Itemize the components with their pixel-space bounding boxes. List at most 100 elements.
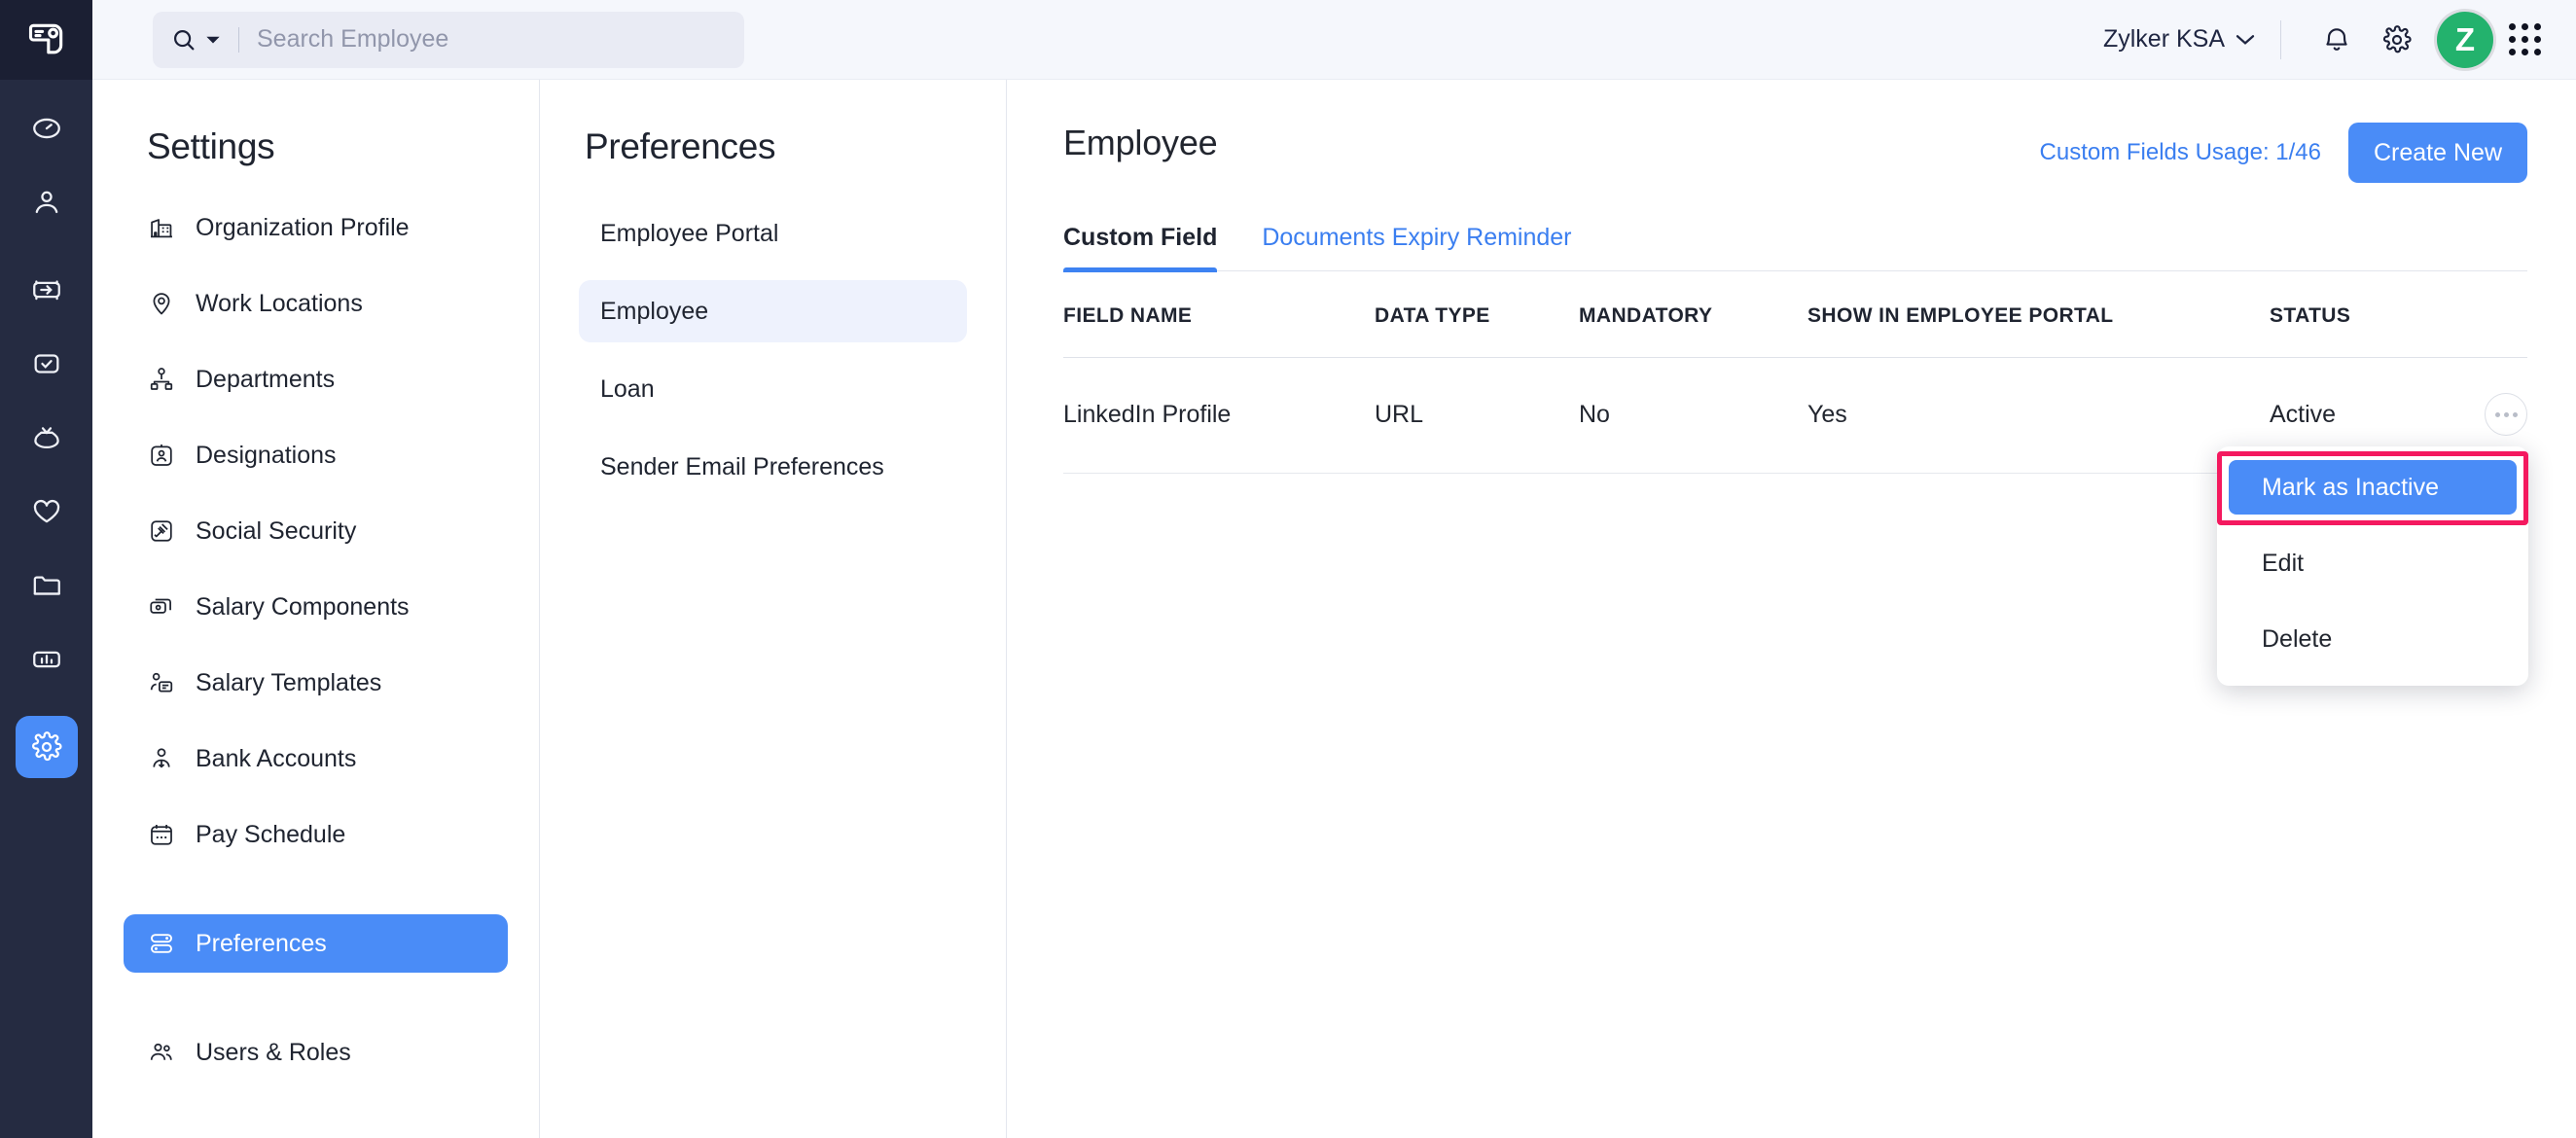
preferences-item-sender-email-preferences[interactable]: Sender Email Preferences xyxy=(579,436,967,498)
app-logo[interactable] xyxy=(0,0,92,80)
main-header: Employee Custom Fields Usage: 1/46 Creat… xyxy=(1063,80,2527,183)
cell-show-in-portal: Yes xyxy=(1807,357,2270,474)
settings-panel: Settings Organization Profile Work Locat… xyxy=(92,80,540,1138)
column-header-status: STATUS xyxy=(2270,271,2454,358)
cell-field-name[interactable]: LinkedIn Profile xyxy=(1063,357,1375,474)
users-roles-icon xyxy=(147,1038,176,1067)
main-title: Employee xyxy=(1063,123,1218,162)
column-header-field-name: FIELD NAME xyxy=(1063,271,1375,358)
preferences-item-label: Sender Email Preferences xyxy=(600,452,884,480)
sidebar-item-label: Preferences xyxy=(196,929,327,957)
org-name-label: Zylker KSA xyxy=(2102,25,2225,53)
social-security-gavel-icon xyxy=(147,516,176,546)
column-header-data-type: DATA TYPE xyxy=(1375,271,1579,358)
cell-data-type: URL xyxy=(1375,357,1579,474)
avatar-letter: Z xyxy=(2454,20,2476,57)
chevron-down-icon xyxy=(206,36,220,43)
right-area: Zylker KSA Z xyxy=(92,0,2576,1138)
sidebar-item-bank-accounts[interactable]: Bank Accounts xyxy=(124,729,508,788)
column-header-mandatory: MANDATORY xyxy=(1579,271,1807,358)
top-bar-divider xyxy=(2280,19,2281,59)
sidebar-item-label: Salary Templates xyxy=(196,668,382,696)
sidebar-item-label: Users & Roles xyxy=(196,1038,351,1066)
tab-bar: Custom Field Documents Expiry Reminder xyxy=(1063,224,2527,272)
sidebar-item-social-security[interactable]: Social Security xyxy=(124,502,508,560)
rail-item-benefits[interactable] xyxy=(16,480,78,543)
sidebar-item-users-roles[interactable]: Users & Roles xyxy=(124,1023,508,1082)
rail-items xyxy=(0,80,92,790)
search-box[interactable] xyxy=(153,11,744,68)
preferences-item-label: Employee xyxy=(600,297,709,325)
content-columns: Settings Organization Profile Work Locat… xyxy=(92,80,2576,1138)
preferences-panel: Preferences Employee Portal Employee Loa… xyxy=(540,80,1007,1138)
designation-badge-icon xyxy=(147,441,176,470)
sidebar-item-label: Work Locations xyxy=(196,289,363,317)
preferences-title: Preferences xyxy=(585,126,776,166)
menu-item-edit[interactable]: Edit xyxy=(2229,536,2517,590)
menu-item-mark-as-inactive[interactable]: Mark as Inactive xyxy=(2229,460,2517,515)
sidebar-item-departments[interactable]: Departments xyxy=(124,350,508,409)
cell-mandatory: No xyxy=(1579,357,1807,474)
preferences-item-label: Loan xyxy=(600,374,655,403)
organization-building-icon xyxy=(147,213,176,242)
sidebar-item-designations[interactable]: Designations xyxy=(124,426,508,484)
sidebar-item-salary-components[interactable]: Salary Components xyxy=(124,578,508,636)
sidebar-item-label: Departments xyxy=(196,365,336,393)
salary-template-icon xyxy=(147,668,176,697)
sidebar-item-work-locations[interactable]: Work Locations xyxy=(124,274,508,333)
org-switcher[interactable]: Zylker KSA xyxy=(2103,25,2280,53)
salary-components-cards-icon xyxy=(147,592,176,622)
departments-hierarchy-icon xyxy=(147,365,176,394)
chevron-down-icon xyxy=(2236,35,2255,45)
top-bar: Zylker KSA Z xyxy=(92,0,2576,80)
rail-item-documents[interactable] xyxy=(16,554,78,617)
search-scope-selector[interactable] xyxy=(170,26,221,53)
rail-item-pay-runs[interactable] xyxy=(16,407,78,469)
rail-item-onboarding[interactable] xyxy=(16,259,78,321)
preferences-item-loan[interactable]: Loan xyxy=(579,358,967,420)
row-action-menu: Mark as Inactive Edit Delete xyxy=(2217,446,2528,686)
table-header-row: FIELD NAME DATA TYPE MANDATORY SHOW IN E… xyxy=(1063,271,2527,358)
settings-gear-icon[interactable] xyxy=(2367,10,2427,70)
apps-grid-icon[interactable] xyxy=(2509,23,2541,55)
sidebar-item-label: Salary Components xyxy=(196,592,410,621)
create-new-button[interactable]: Create New xyxy=(2348,123,2527,183)
ellipsis-icon[interactable] xyxy=(2485,393,2527,436)
calendar-icon xyxy=(147,820,176,849)
notifications-bell-icon[interactable] xyxy=(2307,10,2367,70)
sidebar-item-label: Social Security xyxy=(196,516,357,545)
sidebar-item-label: Pay Schedule xyxy=(196,820,346,848)
sidebar-item-label: Bank Accounts xyxy=(196,744,357,772)
column-header-show-in-employee-portal: SHOW IN EMPLOYEE PORTAL xyxy=(1807,271,2270,358)
sidebar-item-label: Designations xyxy=(196,441,337,469)
custom-fields-usage-link[interactable]: Custom Fields Usage: 1/46 xyxy=(2040,139,2321,166)
sidebar-item-salary-templates[interactable]: Salary Templates xyxy=(124,654,508,712)
preferences-item-employee[interactable]: Employee xyxy=(579,280,967,342)
avatar[interactable]: Z xyxy=(2437,11,2493,68)
sidebar-item-preferences[interactable]: Preferences xyxy=(124,914,508,973)
preferences-item-employee-portal[interactable]: Employee Portal xyxy=(579,202,967,265)
rail-item-settings[interactable] xyxy=(15,716,78,778)
sidebar-item-organization-profile[interactable]: Organization Profile xyxy=(124,198,508,257)
primary-icon-rail xyxy=(0,0,92,1138)
menu-item-delete[interactable]: Delete xyxy=(2229,612,2517,666)
top-bar-right: Zylker KSA Z xyxy=(2103,10,2541,70)
bank-account-person-icon xyxy=(147,744,176,773)
rail-item-approvals[interactable] xyxy=(16,333,78,395)
preferences-toggles-icon xyxy=(147,929,176,958)
search-icon xyxy=(174,29,195,50)
preferences-item-label: Employee Portal xyxy=(600,219,779,247)
tab-documents-expiry-reminder[interactable]: Documents Expiry Reminder xyxy=(1262,224,1571,271)
search-divider xyxy=(238,26,239,53)
rail-item-reports[interactable] xyxy=(16,628,78,691)
page-title: Settings xyxy=(147,126,275,166)
settings-nav-list: Organization Profile Work Locations Depa… xyxy=(124,198,508,1082)
rail-item-time-tracker[interactable] xyxy=(16,97,78,160)
main-header-actions: Custom Fields Usage: 1/46 Create New xyxy=(2040,123,2527,183)
tab-custom-field[interactable]: Custom Field xyxy=(1063,224,1218,272)
sidebar-item-pay-schedule[interactable]: Pay Schedule xyxy=(124,805,508,864)
search-input[interactable] xyxy=(257,25,727,53)
location-pin-icon xyxy=(147,289,176,318)
rail-item-employees[interactable] xyxy=(16,171,78,233)
sidebar-item-label: Organization Profile xyxy=(196,213,410,241)
